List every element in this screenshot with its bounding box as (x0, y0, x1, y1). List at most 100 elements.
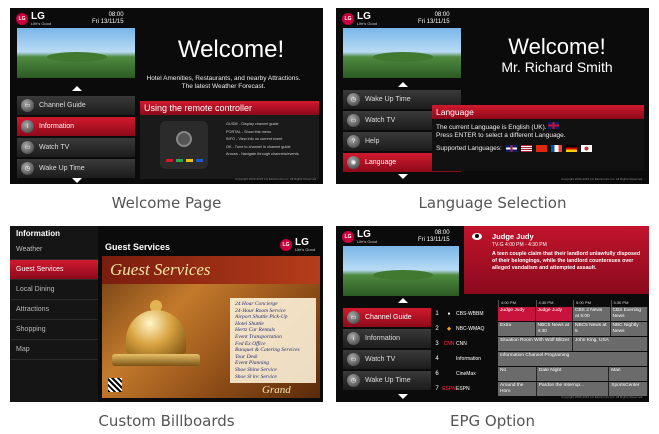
clock: 08:00 Fri 13/11/15 (418, 230, 450, 243)
program-cell[interactable]: Situation Room With Wolf Blitzer (498, 337, 573, 351)
program-cell[interactable]: SportsCenter (609, 382, 648, 396)
program-cell[interactable]: CBS Evening News (610, 307, 648, 321)
custom-billboards-screen: Information Weather Guest Services Local… (10, 226, 323, 402)
tv-preview-thumbnail[interactable] (343, 28, 461, 78)
menu-item-watch-tv[interactable]: ▭ Watch TV (343, 350, 431, 369)
main-menu: ▭ Channel Guide i Information ▭ Watch TV ◷ W… (343, 308, 431, 392)
program-cell[interactable]: NBC5 News at 5 (573, 322, 611, 336)
menu-item-information[interactable]: i Information (343, 329, 431, 348)
channel-name: NBC-WMAQ (456, 326, 485, 332)
tv-icon: ▭ (21, 99, 34, 112)
channel-name: CBS-WBBM (456, 311, 484, 317)
welcome-title: Welcome! (177, 36, 285, 63)
program-cell[interactable]: Around the Horn (498, 382, 537, 396)
caption-epg-option: EPG Option (450, 412, 535, 430)
channel-row[interactable]: 4 Information Information Channel Programi… (432, 352, 648, 366)
page-title: Guest Services (105, 242, 171, 252)
uk-flag-icon (548, 122, 560, 129)
info-icon: i (347, 332, 360, 345)
copyright-text: Copyright 2000-2015 LG Electronics Inc. … (561, 395, 643, 399)
help-icon: ? (347, 135, 360, 148)
channel-number: 4 (435, 356, 439, 362)
menu-item-information[interactable]: i Information (17, 117, 135, 136)
program-cell[interactable]: NBC5 News at 4:30 (535, 322, 573, 336)
program-cell[interactable]: Date Night (536, 367, 610, 381)
scroll-down-arrow-icon[interactable] (398, 174, 408, 179)
channel-number: 2 (435, 326, 439, 332)
alarm-clock-icon: ◷ (347, 93, 360, 106)
sidebar-title: Information (16, 229, 60, 238)
clock: 08:00 Fri 13/11/15 (418, 12, 450, 25)
program-cell[interactable]: CBS 2 News at 5:00 (573, 307, 611, 321)
channel-row[interactable]: 2 ◆ NBC-WMAQ Extra NBC5 News at 4:30 NBC5 New… (432, 322, 648, 336)
welcome-page-screen: LG LG Life's Good 08:00 Fri 13/11/15 ▭ Chan… (10, 8, 323, 184)
sidebar-item-attractions[interactable]: Attractions (10, 300, 98, 320)
program-cell[interactable]: John King, USA (573, 337, 648, 351)
scroll-up-arrow-icon[interactable] (398, 82, 408, 87)
lg-logo-icon: LG (342, 13, 354, 25)
program-cell[interactable]: Man (609, 367, 648, 381)
program-cell[interactable]: No (498, 367, 537, 381)
france-flag-icon[interactable] (550, 145, 562, 152)
welcome-title: Welcome! Mr. Richard Smith (472, 36, 642, 76)
sidebar-item-weather[interactable]: Weather (10, 240, 98, 260)
remote-color-button (186, 159, 193, 162)
channel-number: 1 (435, 311, 439, 317)
program-cell[interactable]: Information Channel Programing (498, 352, 648, 366)
sidebar-item-guest-services[interactable]: Guest Services (10, 260, 98, 280)
time-slot: 5:30 PM (610, 300, 649, 307)
channel-name: CNN (456, 341, 467, 347)
menu-item-wake-up-time[interactable]: ◷ Wake Up Time (343, 371, 431, 390)
channel-name: CineMax (456, 371, 476, 377)
tv-preview-thumbnail[interactable] (17, 28, 135, 78)
main-menu: ▭ Channel Guide i Information ▭ Watch TV ◷ W… (17, 96, 135, 180)
program-cell[interactable]: Judge Judy (498, 307, 536, 321)
sidebar-item-shopping[interactable]: Shopping (10, 320, 98, 340)
channel-row[interactable]: 7 ESPN ESPN Around the Horn Pardon the Inter… (432, 382, 648, 396)
usa-flag-icon[interactable] (520, 145, 532, 152)
tv-preview-thumbnail[interactable] (343, 246, 459, 296)
cbs-logo-icon: ● (447, 311, 451, 317)
channel-row[interactable]: 6 CineMax No Date Night Man (432, 367, 648, 381)
sidebar-item-local-dining[interactable]: Local Dining (10, 280, 98, 300)
tv-icon: ▭ (347, 311, 360, 324)
scroll-down-arrow-icon[interactable] (398, 394, 408, 399)
program-cell[interactable]: Judge Judy (535, 307, 573, 321)
clock-date: Fri 13/11/15 (92, 19, 124, 25)
program-cell[interactable]: Pardon the Interrup... (536, 382, 610, 396)
scroll-up-arrow-icon[interactable] (72, 86, 82, 91)
remote-color-button (176, 159, 183, 162)
guest-services-billboard: Guest Services 24 Hour Concierge 24-Hour… (102, 256, 320, 398)
program-cell[interactable]: Extra (498, 322, 536, 336)
hotel-signature: Le Grand (250, 372, 291, 396)
china-flag-icon[interactable] (535, 145, 547, 152)
lg-logo: LG LG Life's Good (16, 12, 51, 26)
menu-item-channel-guide[interactable]: ▭ Channel Guide (17, 96, 135, 115)
channel-logo-placeholder (442, 352, 456, 366)
menu-item-wake-up-time[interactable]: ◷ Wake Up Time (17, 159, 135, 178)
korea-flag-icon[interactable] (580, 145, 592, 152)
scroll-down-arrow-icon[interactable] (72, 178, 82, 183)
qr-code-icon (108, 378, 122, 392)
lg-logo-icon: LG (16, 13, 28, 25)
lg-logo: LG LG Life's Good (342, 12, 377, 26)
copyright-text: Copyright 2000-2015 LG Electronics Inc. … (235, 177, 317, 181)
info-icon: i (21, 120, 34, 133)
program-cell[interactable]: NBC Nightly News (610, 322, 648, 336)
scroll-up-arrow-icon[interactable] (398, 298, 408, 303)
clock: 08:00 Fri 13/11/15 (92, 12, 124, 26)
menu-item-watch-tv[interactable]: ▭ Watch TV (17, 138, 135, 157)
germany-flag-icon[interactable] (565, 145, 577, 152)
time-slot: 4:30 PM (535, 300, 574, 307)
language-icon: ◉ (347, 156, 360, 169)
channel-row[interactable]: 1 ● CBS-WBBM Judge Judy Judge Judy CBS 2 News… (432, 307, 648, 321)
channel-name: Information (456, 356, 482, 362)
time-slot: 4:00 PM (498, 300, 536, 307)
menu-item-channel-guide[interactable]: ▭ Channel Guide (343, 308, 431, 327)
sidebar-item-map[interactable]: Map (10, 340, 98, 360)
channel-row[interactable]: 3 CNN CNN Situation Room With Wolf Blitzer J… (432, 337, 648, 351)
lg-logo-icon: LG (342, 231, 354, 243)
cbs-eye-icon (472, 233, 482, 240)
lg-logo: LG LG Life's Good (280, 238, 315, 252)
uk-flag-icon[interactable] (505, 145, 517, 152)
